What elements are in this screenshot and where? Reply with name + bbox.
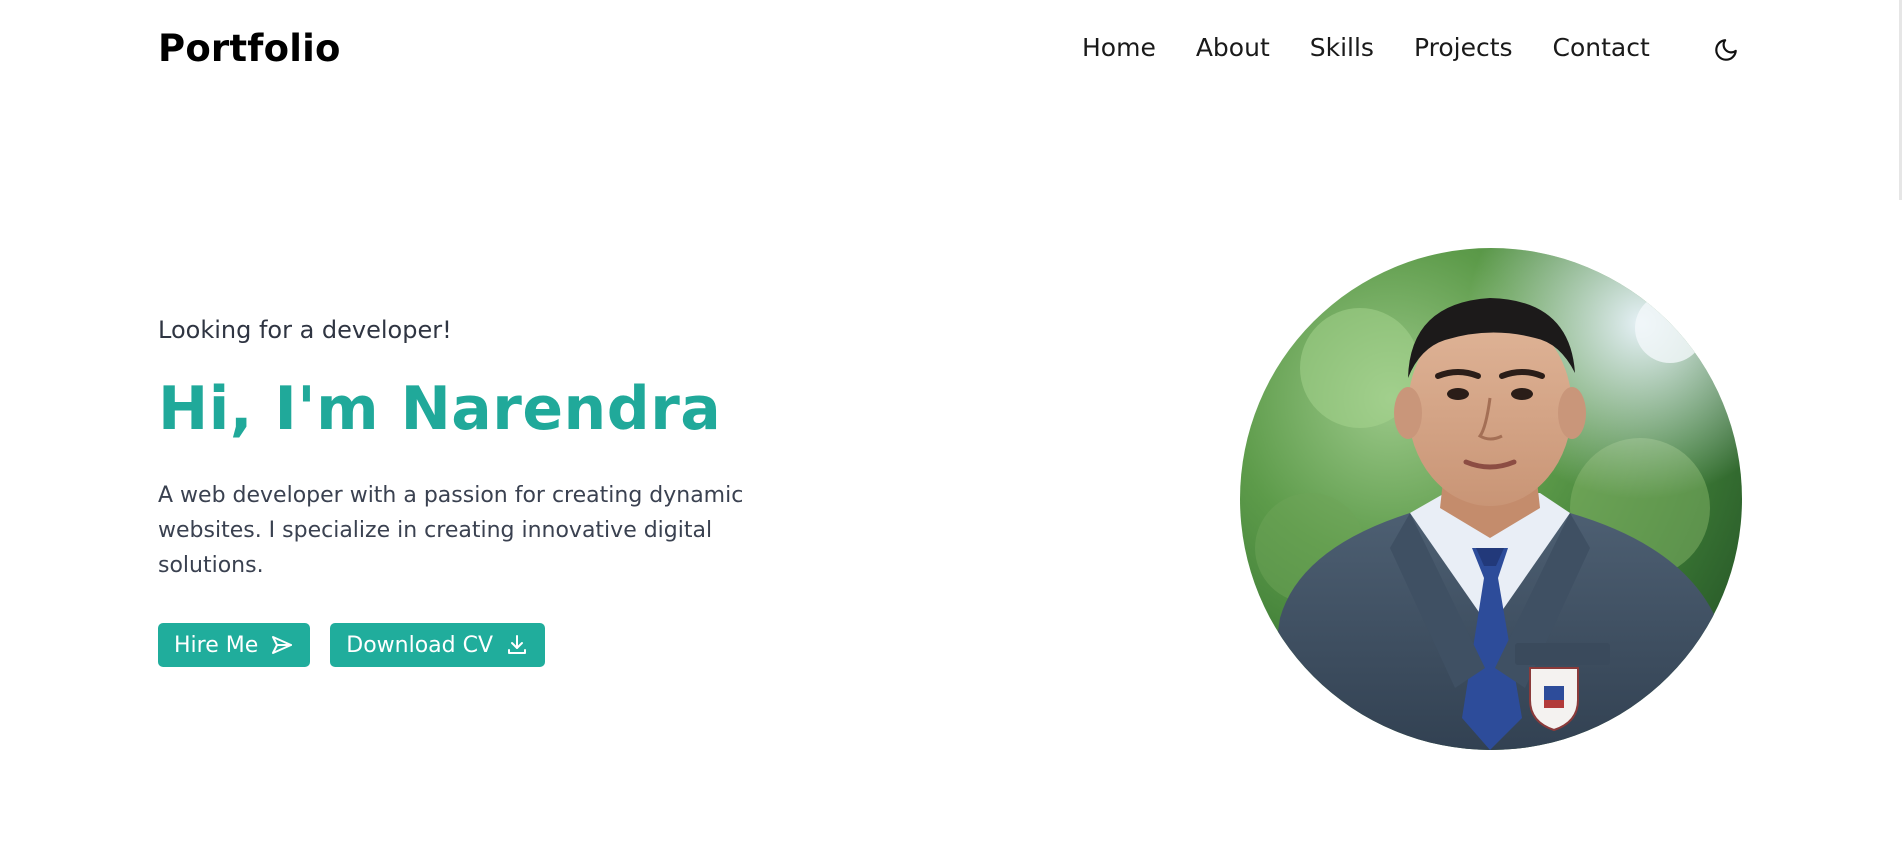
theme-toggle-button[interactable]: [1710, 34, 1742, 66]
nav-about[interactable]: About: [1196, 33, 1270, 62]
moon-icon: [1715, 39, 1737, 61]
hire-me-label: Hire Me: [174, 632, 259, 658]
nav-projects[interactable]: Projects: [1414, 33, 1513, 62]
hero-tagline: Looking for a developer!: [158, 316, 452, 344]
nav-skills[interactable]: Skills: [1310, 33, 1374, 62]
profile-photo: [1240, 248, 1742, 750]
nav-home[interactable]: Home: [1082, 33, 1156, 62]
site-header: Portfolio Home About Skills Projects Con…: [0, 0, 1902, 100]
hero-actions: Hire Me Download CV: [158, 623, 798, 667]
send-icon: [272, 636, 293, 654]
hire-me-button[interactable]: Hire Me: [158, 623, 311, 667]
site-logo[interactable]: Portfolio: [158, 27, 341, 70]
hero-title: Hi, I'm Narendra: [158, 374, 722, 444]
page: Portfolio Home About Skills Projects Con…: [0, 0, 1902, 867]
download-cv-label: Download CV: [346, 632, 494, 658]
portrait-illustration: [1240, 248, 1742, 750]
download-cv-button[interactable]: Download CV: [330, 623, 546, 667]
main-nav: Home About Skills Projects Contact: [1082, 33, 1690, 62]
nav-contact[interactable]: Contact: [1553, 33, 1650, 62]
hero-description: A web developer with a passion for creat…: [158, 483, 744, 578]
download-icon: [508, 635, 527, 654]
hero-section: Looking for a developer! Hi, I'm Narendr…: [158, 316, 798, 667]
